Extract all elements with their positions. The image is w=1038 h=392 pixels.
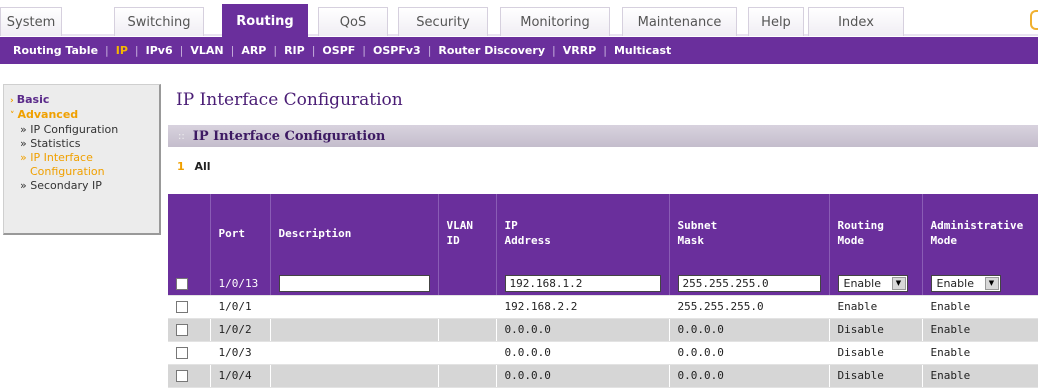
sidebar: › Basic ˅ Advanced » IP Configuration » St… [3, 84, 161, 235]
cell-routing: Enable [829, 295, 923, 319]
table-row: 1/0/2 0.0.0.0 0.0.0.0 Disable Enable [168, 318, 1038, 342]
table-row: 1/0/3 0.0.0.0 0.0.0.0 Disable Enable [168, 341, 1038, 365]
grip-icon: :: [178, 130, 185, 142]
section-header: :: IP Interface Configuration [168, 125, 1038, 147]
table-row: 1/0/1 192.168.2.2 255.255.255.0 Enable E… [168, 295, 1038, 319]
cell-mask: 0.0.0.0 [669, 341, 830, 365]
cell-vlan [438, 318, 497, 342]
row-checkbox[interactable] [176, 324, 188, 336]
table-header-row: Port Description VLAN ID IP Address Subnet… [168, 194, 1038, 272]
cell-routing: Disable [829, 341, 923, 365]
sidebar-item-ip-configuration[interactable]: » IP Configuration [10, 123, 159, 137]
cell-vlan [438, 364, 497, 388]
cell-admin: Enable [922, 318, 1038, 342]
cell-routing: Disable [829, 318, 923, 342]
row-checkbox[interactable] [176, 347, 188, 359]
col-description[interactable]: Description [270, 194, 439, 272]
col-vlan-id[interactable]: VLAN ID [438, 194, 497, 272]
sidebar-item-secondary-ip[interactable]: » Secondary IP [10, 179, 159, 193]
col-routing-mode[interactable]: Routing Mode [829, 194, 923, 272]
cell-description [270, 341, 439, 365]
cell-mask: 0.0.0.0 [669, 364, 830, 388]
section-title: IP Interface Configuration [192, 128, 386, 144]
tab-routing[interactable]: Routing [222, 4, 308, 37]
sub-ospf[interactable]: OSPF [315, 44, 362, 57]
tab-security[interactable]: Security [398, 7, 488, 36]
tab-index[interactable]: Index [808, 7, 904, 36]
cell-admin: Enable [922, 295, 1038, 319]
subnet-mask-input[interactable] [677, 274, 821, 292]
cell-ip: 0.0.0.0 [496, 318, 670, 342]
sidebar-item-ip-interface[interactable]: » IP Interface [10, 151, 159, 165]
ip-address-input[interactable] [504, 274, 661, 292]
table-row: 1/0/4 0.0.0.0 0.0.0.0 Disable Enable [168, 364, 1038, 388]
cell-admin: Enable [922, 341, 1038, 365]
cell-description [270, 295, 439, 319]
filter-number: 1 [177, 160, 185, 173]
tab-qos[interactable]: QoS [318, 7, 388, 36]
cell-port: 1/0/1 [210, 295, 271, 319]
cell-mask: 255.255.255.0 [669, 295, 830, 319]
ip-interface-table: Port Description VLAN ID IP Address Subnet… [168, 194, 1038, 388]
sub-rip[interactable]: RIP [277, 44, 312, 57]
filter-row: 1 All [177, 160, 211, 173]
cell-ip: 0.0.0.0 [496, 364, 670, 388]
row-checkbox[interactable] [176, 370, 188, 382]
tab-switching[interactable]: Switching [114, 7, 204, 36]
sub-ospfv3[interactable]: OSPFv3 [366, 44, 428, 57]
logo-edge-icon [1030, 10, 1038, 30]
cell-port: 1/0/3 [210, 341, 271, 365]
chevron-down-icon: ˅ [10, 111, 15, 121]
sub-vrrp[interactable]: VRRP [556, 44, 604, 57]
tab-monitoring[interactable]: Monitoring [500, 7, 610, 36]
col-ip-address[interactable]: IP Address [496, 194, 670, 272]
col-admin-mode[interactable]: Administrative Mode [922, 194, 1038, 272]
edit-row-port: 1/0/13 [210, 272, 271, 296]
row-checkbox[interactable] [176, 301, 188, 313]
col-select [168, 194, 211, 272]
col-port[interactable]: Port [210, 194, 271, 272]
cell-port: 1/0/2 [210, 318, 271, 342]
tab-help[interactable]: Help [748, 7, 804, 36]
chevron-right-icon: › [10, 96, 14, 106]
page-title: IP Interface Configuration [176, 90, 403, 110]
top-tab-bar: System Switching Routing QoS Security Mo… [0, 0, 1038, 37]
sub-ip[interactable]: IP [109, 44, 135, 57]
cell-ip: 0.0.0.0 [496, 341, 670, 365]
sub-multicast[interactable]: Multicast [607, 44, 678, 57]
cell-mask: 0.0.0.0 [669, 318, 830, 342]
dropdown-arrow-icon: ▼ [891, 276, 906, 290]
cell-vlan [438, 341, 497, 365]
sub-router-discovery[interactable]: Router Discovery [431, 44, 552, 57]
sidebar-item-ip-interface-cont[interactable]: Configuration [10, 165, 159, 179]
sub-arp[interactable]: ARP [234, 44, 273, 57]
sub-routing-table[interactable]: Routing Table [6, 44, 105, 57]
cell-port: 1/0/4 [210, 364, 271, 388]
sidebar-item-statistics[interactable]: » Statistics [10, 137, 159, 151]
edit-row: 1/0/13 Enable▼ Enable▼ [168, 272, 1038, 296]
sidebar-item-advanced[interactable]: ˅ Advanced [10, 108, 159, 123]
cell-admin: Enable [922, 364, 1038, 388]
cell-vlan [438, 295, 497, 319]
cell-description [270, 364, 439, 388]
cell-ip: 192.168.2.2 [496, 295, 670, 319]
routing-mode-select[interactable]: Enable ▼ [837, 274, 908, 292]
edit-row-checkbox[interactable] [176, 277, 188, 290]
admin-mode-select[interactable]: Enable ▼ [930, 274, 1001, 292]
col-subnet-mask[interactable]: Subnet Mask [669, 194, 830, 272]
sub-vlan[interactable]: VLAN [183, 44, 230, 57]
sidebar-item-basic[interactable]: › Basic [10, 93, 159, 108]
cell-description [270, 318, 439, 342]
sub-ipv6[interactable]: IPv6 [139, 44, 180, 57]
tab-maintenance[interactable]: Maintenance [622, 7, 737, 36]
dropdown-arrow-icon: ▼ [984, 276, 999, 290]
sub-menu-bar: Routing Table | IP | IPv6 | VLAN | ARP | RIP |… [0, 37, 1038, 64]
tab-system[interactable]: System [0, 7, 62, 36]
description-input[interactable] [278, 274, 430, 292]
filter-all-link[interactable]: All [195, 160, 211, 173]
cell-routing: Disable [829, 364, 923, 388]
